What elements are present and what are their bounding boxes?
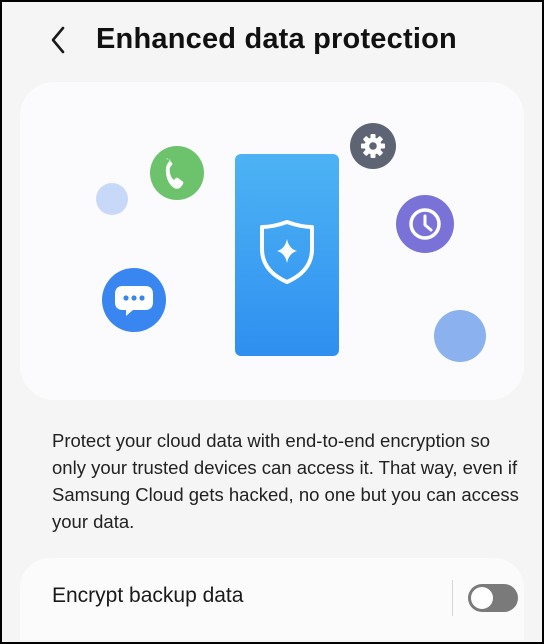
large-dot bbox=[434, 310, 486, 362]
gear-icon bbox=[350, 123, 396, 169]
chevron-left-icon bbox=[51, 26, 65, 54]
toggle-knob bbox=[471, 587, 493, 609]
back-button[interactable] bbox=[42, 24, 74, 56]
description-text: Protect your cloud data with end-to-end … bbox=[52, 430, 519, 532]
page-title: Enhanced data protection bbox=[96, 23, 457, 55]
encrypt-backup-row[interactable]: Encrypt backup data bbox=[20, 558, 524, 640]
top-bar: Enhanced data protection bbox=[2, 2, 542, 78]
illustration bbox=[96, 123, 486, 362]
chat-bubble-icon bbox=[102, 268, 166, 332]
illustration-card bbox=[20, 82, 524, 400]
phone-call-icon bbox=[150, 146, 204, 200]
encrypt-backup-toggle[interactable] bbox=[468, 584, 518, 612]
setting-label: Encrypt backup data bbox=[52, 584, 244, 607]
screen: Enhanced data protection Protect your cl… bbox=[0, 0, 544, 644]
small-dot bbox=[96, 183, 128, 215]
clock-icon bbox=[396, 195, 454, 253]
divider bbox=[452, 580, 453, 616]
